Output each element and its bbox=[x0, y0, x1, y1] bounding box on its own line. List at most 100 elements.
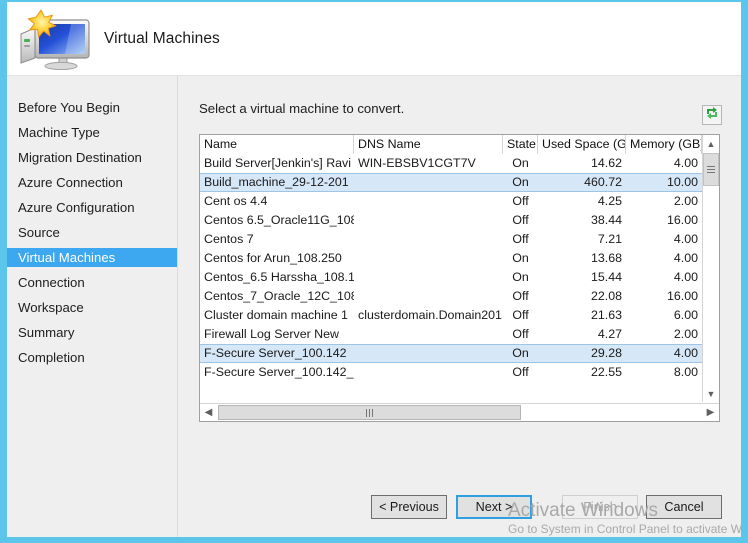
cell-name: Centos_7_Oracle_12C_108 bbox=[204, 289, 354, 303]
cell-used: 38.44 bbox=[590, 213, 622, 227]
scroll-grip-icon bbox=[366, 408, 373, 417]
cell-used: 29.28 bbox=[590, 346, 622, 360]
table-row[interactable]: F-Secure Server_100.142 On 29.28 4.00 bbox=[200, 344, 702, 363]
cell-state: Off bbox=[512, 213, 529, 227]
cell-state: Off bbox=[512, 365, 529, 379]
column-header-memory[interactable]: Memory (GB) bbox=[626, 135, 702, 154]
table-row[interactable]: Build_machine_29-12-201 On 460.72 10.00 bbox=[200, 173, 702, 192]
cell-name: Centos for Arun_108.250 bbox=[204, 251, 342, 265]
wizard-content: Before You Begin Machine Type Migration … bbox=[7, 76, 741, 537]
sidebar-item-azure-connection[interactable]: Azure Connection bbox=[7, 173, 177, 192]
table-row[interactable]: Centos 6.5_Oracle11G_108 Off 38.44 16.00 bbox=[200, 211, 702, 230]
sidebar-item-completion[interactable]: Completion bbox=[7, 348, 177, 367]
cell-state: On bbox=[512, 251, 529, 265]
cell-state: On bbox=[512, 270, 529, 284]
finish-button: Finish bbox=[562, 495, 638, 519]
next-button[interactable]: Next > bbox=[456, 495, 532, 519]
cancel-button[interactable]: Cancel bbox=[646, 495, 722, 519]
table-row[interactable]: Cluster domain machine 1 clusterdomain.D… bbox=[200, 306, 702, 325]
cell-memory: 2.00 bbox=[673, 327, 698, 341]
table-horizontal-scrollbar[interactable]: ◀ ▶ bbox=[200, 403, 719, 421]
cell-name: F-Secure Server_100.142 bbox=[204, 346, 347, 360]
sidebar-item-source[interactable]: Source bbox=[7, 223, 177, 242]
column-header-state[interactable]: State bbox=[503, 135, 538, 154]
table-row[interactable]: F-Secure Server_100.142_c Off 22.55 8.00 bbox=[200, 363, 702, 382]
cell-dns bbox=[354, 345, 503, 364]
table-row[interactable]: Centos_6.5 Harssha_108.1 On 15.44 4.00 bbox=[200, 268, 702, 287]
cell-memory: 4.00 bbox=[673, 251, 698, 265]
cell-memory: 4.00 bbox=[673, 346, 698, 360]
wizard-footer: < Previous Next > Finish Cancel bbox=[7, 487, 741, 537]
cell-name: Build Server[Jenkin's] Ravi bbox=[204, 156, 351, 170]
cell-dns bbox=[354, 211, 503, 230]
sidebar-item-summary[interactable]: Summary bbox=[7, 323, 177, 342]
wizard-step-sidebar: Before You Begin Machine Type Migration … bbox=[7, 76, 178, 537]
cell-state: On bbox=[512, 346, 529, 360]
cell-used: 22.08 bbox=[590, 289, 622, 303]
cell-state: Off bbox=[512, 232, 529, 246]
cell-memory: 4.00 bbox=[673, 156, 698, 170]
column-header-dns-name[interactable]: DNS Name bbox=[354, 135, 503, 154]
chevron-up-icon[interactable]: ▲ bbox=[703, 135, 719, 152]
table-vertical-scrollbar[interactable]: ▲ ▼ bbox=[702, 135, 719, 402]
table-row[interactable]: Centos for Arun_108.250 On 13.68 4.00 bbox=[200, 249, 702, 268]
cell-dns bbox=[354, 174, 503, 193]
previous-button[interactable]: < Previous bbox=[371, 495, 447, 519]
sidebar-item-virtual-machines[interactable]: Virtual Machines bbox=[7, 248, 177, 267]
column-header-name[interactable]: Name bbox=[200, 135, 354, 154]
cell-memory: 4.00 bbox=[673, 270, 698, 284]
cell-name: Build_machine_29-12-201 bbox=[204, 175, 349, 189]
cell-memory: 8.00 bbox=[673, 365, 698, 379]
cell-state: On bbox=[512, 175, 529, 189]
cell-state: Off bbox=[512, 327, 529, 341]
wizard-window: Virtual Machines Before You Begin Machin… bbox=[0, 0, 748, 543]
sidebar-item-workspace[interactable]: Workspace bbox=[7, 298, 177, 317]
table-header-row: Name DNS Name State Used Space (GB) Memo… bbox=[200, 135, 719, 154]
wizard-main-pane: Select a virtual machine to convert. Nam… bbox=[178, 76, 741, 537]
cell-name: F-Secure Server_100.142_c bbox=[204, 365, 354, 379]
cell-name: Centos_6.5 Harssha_108.1 bbox=[204, 270, 354, 284]
cell-name: Centos 7 bbox=[204, 232, 254, 246]
cell-memory: 16.00 bbox=[666, 289, 698, 303]
cell-used: 14.62 bbox=[590, 156, 622, 170]
table-row[interactable]: Centos 7 Off 7.21 4.00 bbox=[200, 230, 702, 249]
chevron-right-icon[interactable]: ▶ bbox=[702, 404, 719, 421]
cell-memory: 10.00 bbox=[666, 175, 698, 189]
column-header-used-space[interactable]: Used Space (GB) bbox=[538, 135, 626, 154]
table-row[interactable]: Cent os 4.4 Off 4.25 2.00 bbox=[200, 192, 702, 211]
sidebar-item-azure-configuration[interactable]: Azure Configuration bbox=[7, 198, 177, 217]
sidebar-item-before-you-begin[interactable]: Before You Begin bbox=[7, 98, 177, 117]
cell-dns bbox=[354, 192, 503, 211]
cell-dns: clusterdomain.Domain201 bbox=[358, 308, 502, 322]
chevron-down-icon[interactable]: ▼ bbox=[703, 385, 719, 402]
cell-state: Off bbox=[512, 289, 529, 303]
table-row[interactable]: Firewall Log Server New Off 4.27 2.00 bbox=[200, 325, 702, 344]
virtual-machine-monitor-icon bbox=[13, 6, 97, 71]
refresh-arrows-icon bbox=[705, 106, 719, 125]
table-row[interactable]: Build Server[Jenkin's] Ravi WIN-EBSBV1CG… bbox=[200, 154, 702, 173]
cell-dns bbox=[354, 230, 503, 249]
cell-used: 7.21 bbox=[597, 232, 622, 246]
cell-used: 460.72 bbox=[584, 175, 622, 189]
table-row[interactable]: Centos_7_Oracle_12C_108 Off 22.08 16.00 bbox=[200, 287, 702, 306]
sidebar-item-machine-type[interactable]: Machine Type bbox=[7, 123, 177, 142]
chevron-left-icon[interactable]: ◀ bbox=[200, 404, 217, 421]
cell-state: Off bbox=[512, 194, 529, 208]
table-body: Build Server[Jenkin's] Ravi WIN-EBSBV1CG… bbox=[200, 154, 702, 402]
horizontal-scroll-thumb[interactable] bbox=[218, 405, 521, 420]
virtual-machines-table[interactable]: Name DNS Name State Used Space (GB) Memo… bbox=[199, 134, 720, 422]
cell-used: 4.27 bbox=[597, 327, 622, 341]
cell-used: 4.25 bbox=[597, 194, 622, 208]
vertical-scroll-thumb[interactable] bbox=[703, 153, 719, 186]
cell-dns: WIN-EBSBV1CGT7V bbox=[358, 156, 476, 170]
sidebar-item-connection[interactable]: Connection bbox=[7, 273, 177, 292]
cell-memory: 6.00 bbox=[673, 308, 698, 322]
wizard-banner: Virtual Machines bbox=[7, 2, 741, 76]
cell-state: On bbox=[512, 156, 529, 170]
sidebar-item-migration-destination[interactable]: Migration Destination bbox=[7, 148, 177, 167]
refresh-button[interactable] bbox=[702, 105, 722, 125]
page-title: Virtual Machines bbox=[104, 30, 220, 47]
cell-used: 22.55 bbox=[590, 365, 622, 379]
cell-dns bbox=[354, 268, 503, 287]
cell-used: 15.44 bbox=[590, 270, 622, 284]
